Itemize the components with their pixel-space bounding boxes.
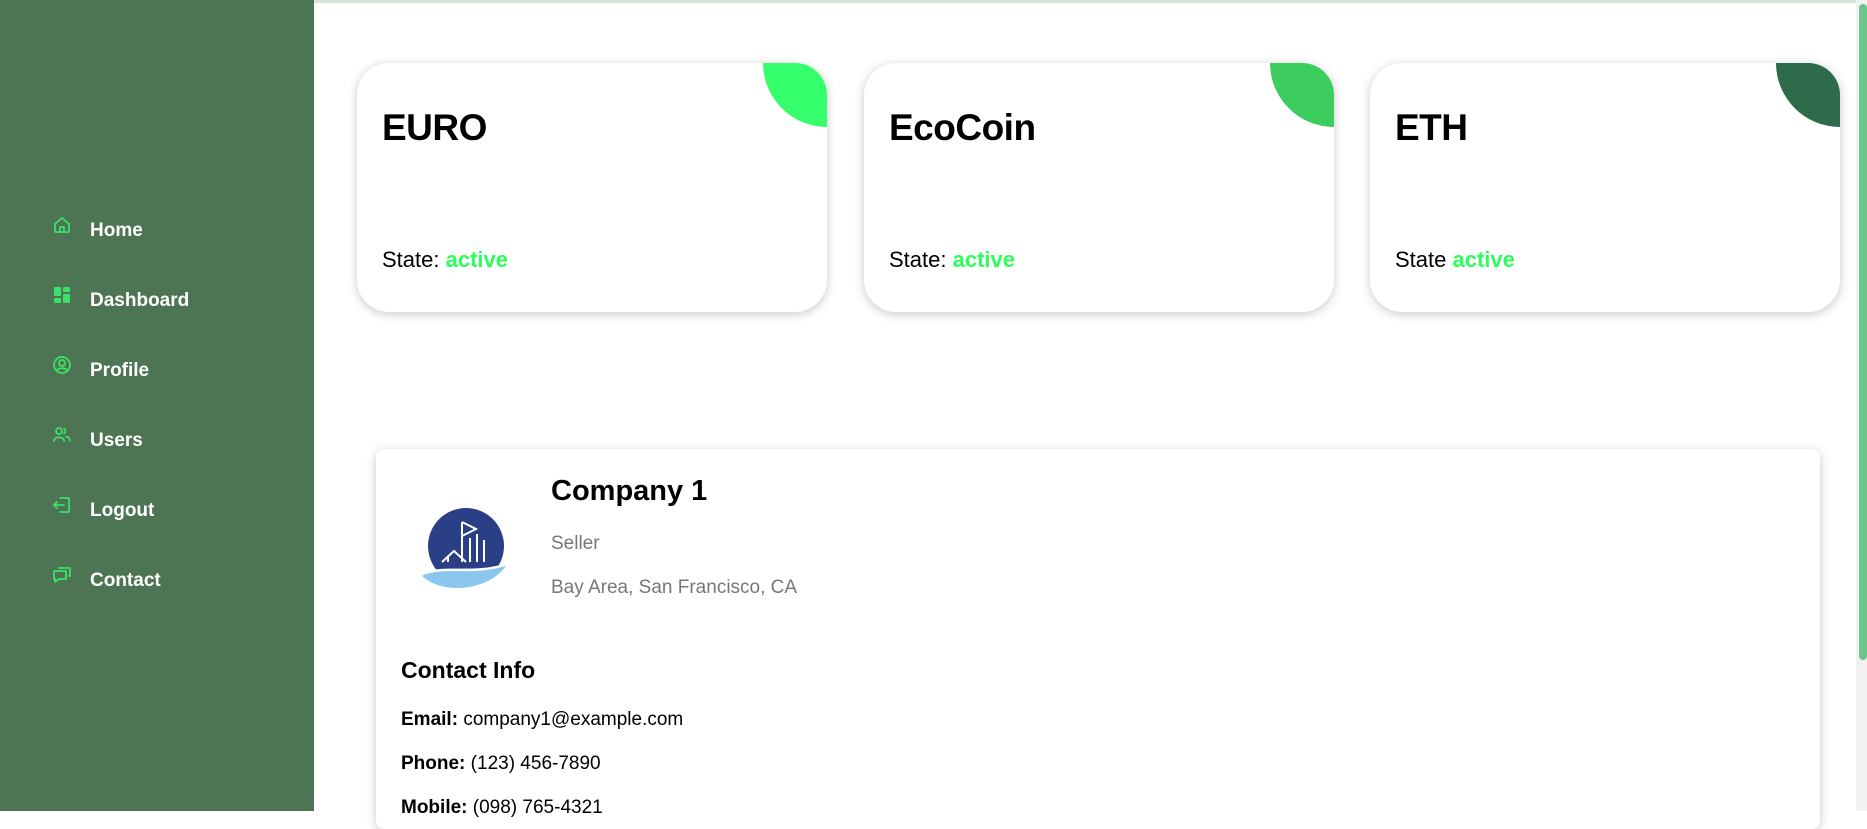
home-icon <box>52 215 72 235</box>
sidebar-item-label: Home <box>90 220 143 241</box>
sidebar-item-label: Dashboard <box>90 290 190 311</box>
card-corner-accent <box>763 63 827 127</box>
contact-mobile: Mobile: (098) 765-4321 <box>401 797 603 819</box>
card-title: EURO <box>382 107 487 148</box>
mobile-value: (098) 765-4321 <box>472 797 603 818</box>
contact-icon <box>52 565 72 585</box>
currency-card-ecocoin[interactable]: EcoCoin State: active <box>864 63 1334 312</box>
currency-card-euro[interactable]: EURO State: active <box>357 63 827 312</box>
card-state: State: active <box>382 247 508 273</box>
contact-phone: Phone: (123) 456-7890 <box>401 753 601 775</box>
card-corner-accent <box>1270 63 1334 127</box>
email-value[interactable]: company1@example.com <box>463 709 683 730</box>
phone-value: (123) 456-7890 <box>470 753 601 774</box>
sidebar-nav: Home Dashboard Profile Users Logout Cont… <box>0 196 314 616</box>
card-state: State: active <box>889 247 1015 273</box>
sidebar-item-label: Users <box>90 430 143 451</box>
sidebar-item-users[interactable]: Users <box>0 406 314 476</box>
status-badge: active <box>445 247 508 272</box>
sidebar-item-home[interactable]: Home <box>0 196 314 266</box>
card-title: EcoCoin <box>889 107 1036 148</box>
sidebar-item-contact[interactable]: Contact <box>0 546 314 616</box>
scrollbar-thumb[interactable] <box>1859 4 1867 660</box>
company-profile-card: Company 1 Seller Bay Area, San Francisco… <box>376 449 1820 829</box>
state-label: State <box>1395 247 1447 272</box>
card-corner-accent <box>1776 63 1840 127</box>
mobile-label: Mobile: <box>401 797 468 818</box>
sidebar-item-label: Logout <box>90 500 155 521</box>
contact-email: Email: company1@example.com <box>401 709 683 731</box>
status-badge: active <box>952 247 1015 272</box>
phone-label: Phone: <box>401 753 466 774</box>
company-location: Bay Area, San Francisco, CA <box>551 577 798 598</box>
company-name: Company 1 <box>551 475 708 507</box>
sidebar-item-logout[interactable]: Logout <box>0 476 314 546</box>
sidebar: Home Dashboard Profile Users Logout Cont… <box>0 0 314 811</box>
contact-info-heading: Contact Info <box>401 657 536 683</box>
currency-card-eth[interactable]: ETH State active <box>1370 63 1840 312</box>
sidebar-item-label: Contact <box>90 570 161 591</box>
company-logo <box>414 504 514 604</box>
card-state: State active <box>1395 247 1515 273</box>
top-border <box>314 0 1867 3</box>
profile-icon <box>52 355 72 375</box>
logout-icon <box>52 495 72 515</box>
state-label: State: <box>382 247 440 272</box>
status-badge: active <box>1452 247 1515 272</box>
sidebar-item-dashboard[interactable]: Dashboard <box>0 266 314 336</box>
card-title: ETH <box>1395 107 1468 148</box>
state-label: State: <box>889 247 947 272</box>
sidebar-item-profile[interactable]: Profile <box>0 336 314 406</box>
company-role: Seller <box>551 533 600 554</box>
sidebar-item-label: Profile <box>90 360 150 381</box>
email-label: Email: <box>401 709 459 730</box>
dashboard-icon <box>52 285 72 305</box>
users-icon <box>52 425 72 445</box>
